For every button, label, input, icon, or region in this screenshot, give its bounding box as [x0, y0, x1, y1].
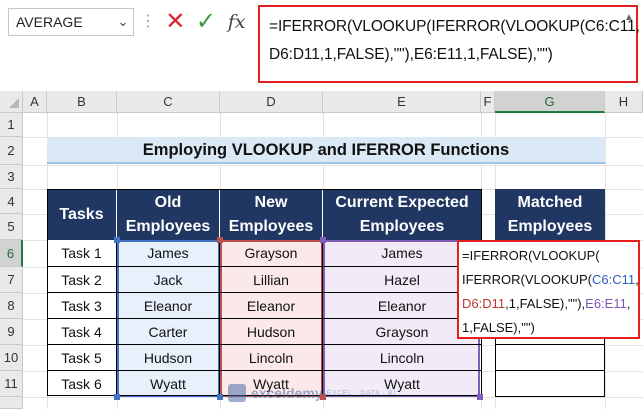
column-header-e[interactable]: E	[323, 91, 481, 113]
matched-cell[interactable]	[495, 345, 605, 371]
row-header-2[interactable]: 2	[0, 137, 23, 165]
edit-line-2: IFERROR(VLOOKUP(C6:C11,	[462, 268, 639, 292]
matched-cell[interactable]	[495, 371, 605, 397]
employee-table-border	[47, 189, 482, 396]
edit-line-3: D6:D11,1,FALSE),""),E6:E11,	[462, 292, 638, 316]
sheet-title[interactable]: Employing VLOOKUP and IFERROR Functions	[47, 137, 605, 164]
row-header-10[interactable]: 10	[0, 345, 23, 371]
range-handle-icon[interactable]	[114, 237, 120, 243]
range-handle-icon[interactable]	[217, 394, 223, 400]
ref-d6-d11: D6:D11	[462, 296, 506, 311]
chevron-down-icon[interactable]: ⌄	[112, 8, 134, 36]
row-header-6[interactable]: 6	[0, 240, 23, 267]
formula-line-2: D6:D11,1,FALSE),""),E6:E11,1,FALSE),"")	[269, 46, 553, 63]
exceldemy-logo-icon	[228, 384, 246, 402]
header-matched-line1: Matched	[517, 194, 583, 211]
column-header-a[interactable]: A	[23, 91, 47, 113]
ref-c6-c11: C6:C11	[592, 272, 636, 287]
column-header-b[interactable]: B	[47, 91, 117, 113]
header-matched-line2: Employees	[507, 218, 593, 235]
watermark-tagline: EXCEL · DATA · BI	[326, 389, 396, 397]
edit-text: ,	[635, 272, 639, 287]
select-all-icon	[9, 98, 19, 108]
edit-text: ,1,FALSE),""),	[505, 296, 586, 311]
formula-actions: ✕ ✓ fx	[160, 6, 252, 38]
range-handle-icon[interactable]	[217, 237, 223, 243]
row-header-3[interactable]: 3	[0, 165, 23, 189]
cancel-icon[interactable]: ✕	[163, 10, 187, 34]
column-header-f[interactable]: F	[481, 91, 495, 113]
edit-line-4: 1,FALSE),"")	[462, 320, 535, 335]
gridline	[23, 165, 643, 166]
edit-text: IFERROR(VLOOKUP(	[462, 272, 593, 287]
row-header-7[interactable]: 7	[0, 267, 23, 293]
row-header-12	[0, 397, 23, 409]
edit-text: ,	[626, 296, 631, 311]
insert-function-icon[interactable]: fx	[225, 11, 249, 33]
formula-bar[interactable]: =IFERROR(VLOOKUP(IFERROR(VLOOKUP(C6:C11,…	[258, 5, 640, 83]
range-handle-icon[interactable]	[477, 394, 483, 400]
row-header-1[interactable]: 1	[0, 113, 23, 137]
edit-line-1: =IFERROR(VLOOKUP(	[462, 248, 600, 263]
header-matched-employees[interactable]: Matched Employees	[495, 189, 605, 240]
ref-e6-e11: E6:E11	[585, 296, 627, 311]
watermark-name: exceldemy	[251, 385, 323, 401]
confirm-icon[interactable]: ✓	[194, 10, 218, 34]
row-header-8[interactable]: 8	[0, 293, 23, 319]
row-header-11[interactable]: 11	[0, 371, 23, 397]
row-header-4[interactable]: 4	[0, 189, 23, 214]
column-header-d[interactable]: D	[220, 91, 323, 113]
range-handle-icon[interactable]	[114, 394, 120, 400]
column-header-c[interactable]: C	[117, 91, 220, 113]
column-header-g[interactable]: G	[495, 91, 605, 113]
column-header-h[interactable]: H	[605, 91, 643, 113]
watermark: exceldemy EXCEL · DATA · BI	[228, 380, 428, 406]
range-handle-icon[interactable]	[320, 237, 326, 243]
expand-formula-icon[interactable]: ▲	[624, 12, 638, 30]
more-options-icon[interactable]: ⋮	[140, 10, 156, 34]
row-header-9[interactable]: 9	[0, 319, 23, 345]
cell-edit-box-g6[interactable]: =IFERROR(VLOOKUP( IFERROR(VLOOKUP(C6:C11…	[457, 240, 640, 339]
formula-line-1: =IFERROR(VLOOKUP(IFERROR(VLOOKUP(C6:C11,	[269, 18, 640, 35]
row-header-5[interactable]: 5	[0, 214, 23, 240]
